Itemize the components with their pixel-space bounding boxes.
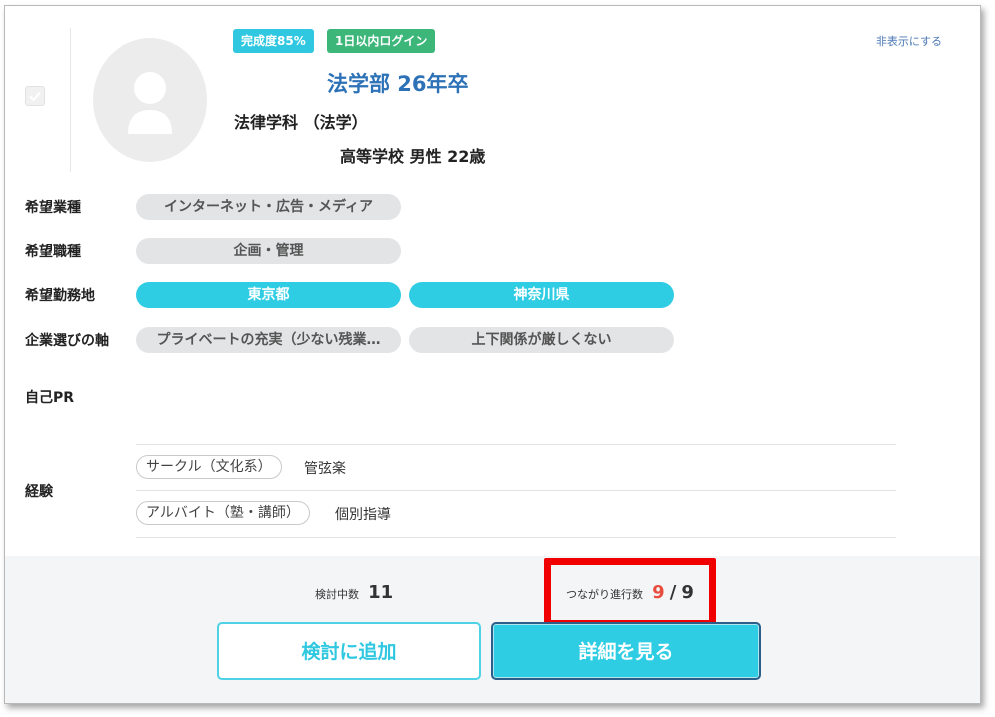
axis-pill-1: プライベートの充実（少ない残業… <box>136 327 401 353</box>
university-title: 法学部 26年卒 <box>327 72 469 96</box>
login-badge: 1日以内ログイン <box>327 29 436 53</box>
department-text: 法律学科 （法学） <box>234 113 368 132</box>
student-card: 完成度85% 1日以内ログイン 非表示にする 法学部 26年卒 法律学科 （法学… <box>4 5 981 704</box>
industry-pill: インターネット・広告・メディア <box>136 194 401 220</box>
axis-pill-2: 上下関係が厳しくない <box>409 327 674 353</box>
reviewing-count-value: 11 <box>368 582 394 603</box>
experience-tag-2: アルバイト（塾・講師） <box>136 501 310 525</box>
highlight-box <box>544 558 716 627</box>
divider <box>70 28 71 172</box>
experience-detail-1: 管弦楽 <box>304 461 346 477</box>
experience-divider-top <box>136 444 896 445</box>
completion-badge: 完成度85% <box>233 29 314 53</box>
reviewing-count-label: 検討中数 <box>315 588 359 601</box>
job-label: 希望職種 <box>25 244 81 260</box>
experience-label: 経験 <box>25 484 53 500</box>
experience-detail-2: 個別指導 <box>335 507 391 523</box>
experience-tag-1: サークル（文化系） <box>136 455 282 479</box>
job-pill: 企画・管理 <box>136 238 401 264</box>
location-pill-kanagawa: 神奈川県 <box>409 282 674 308</box>
select-checkbox[interactable] <box>25 86 45 106</box>
experience-divider-bottom <box>136 537 896 538</box>
experience-divider-mid <box>136 490 896 491</box>
axis-label: 企業選びの軸 <box>25 333 109 349</box>
school-gender-age: 高等学校 男性 22歳 <box>340 147 486 166</box>
add-to-review-button[interactable]: 検討に追加 <box>217 622 481 680</box>
location-label: 希望勤務地 <box>25 288 95 304</box>
reviewing-count: 検討中数 11 <box>315 582 393 603</box>
check-icon <box>29 91 41 102</box>
location-pill-tokyo: 東京都 <box>136 282 401 308</box>
avatar <box>93 38 207 162</box>
view-details-button[interactable]: 詳細を見る <box>491 622 761 680</box>
industry-label: 希望業種 <box>25 200 81 216</box>
hide-link[interactable]: 非表示にする <box>876 33 942 49</box>
user-icon <box>128 72 172 134</box>
pr-label: 自己PR <box>25 390 75 406</box>
